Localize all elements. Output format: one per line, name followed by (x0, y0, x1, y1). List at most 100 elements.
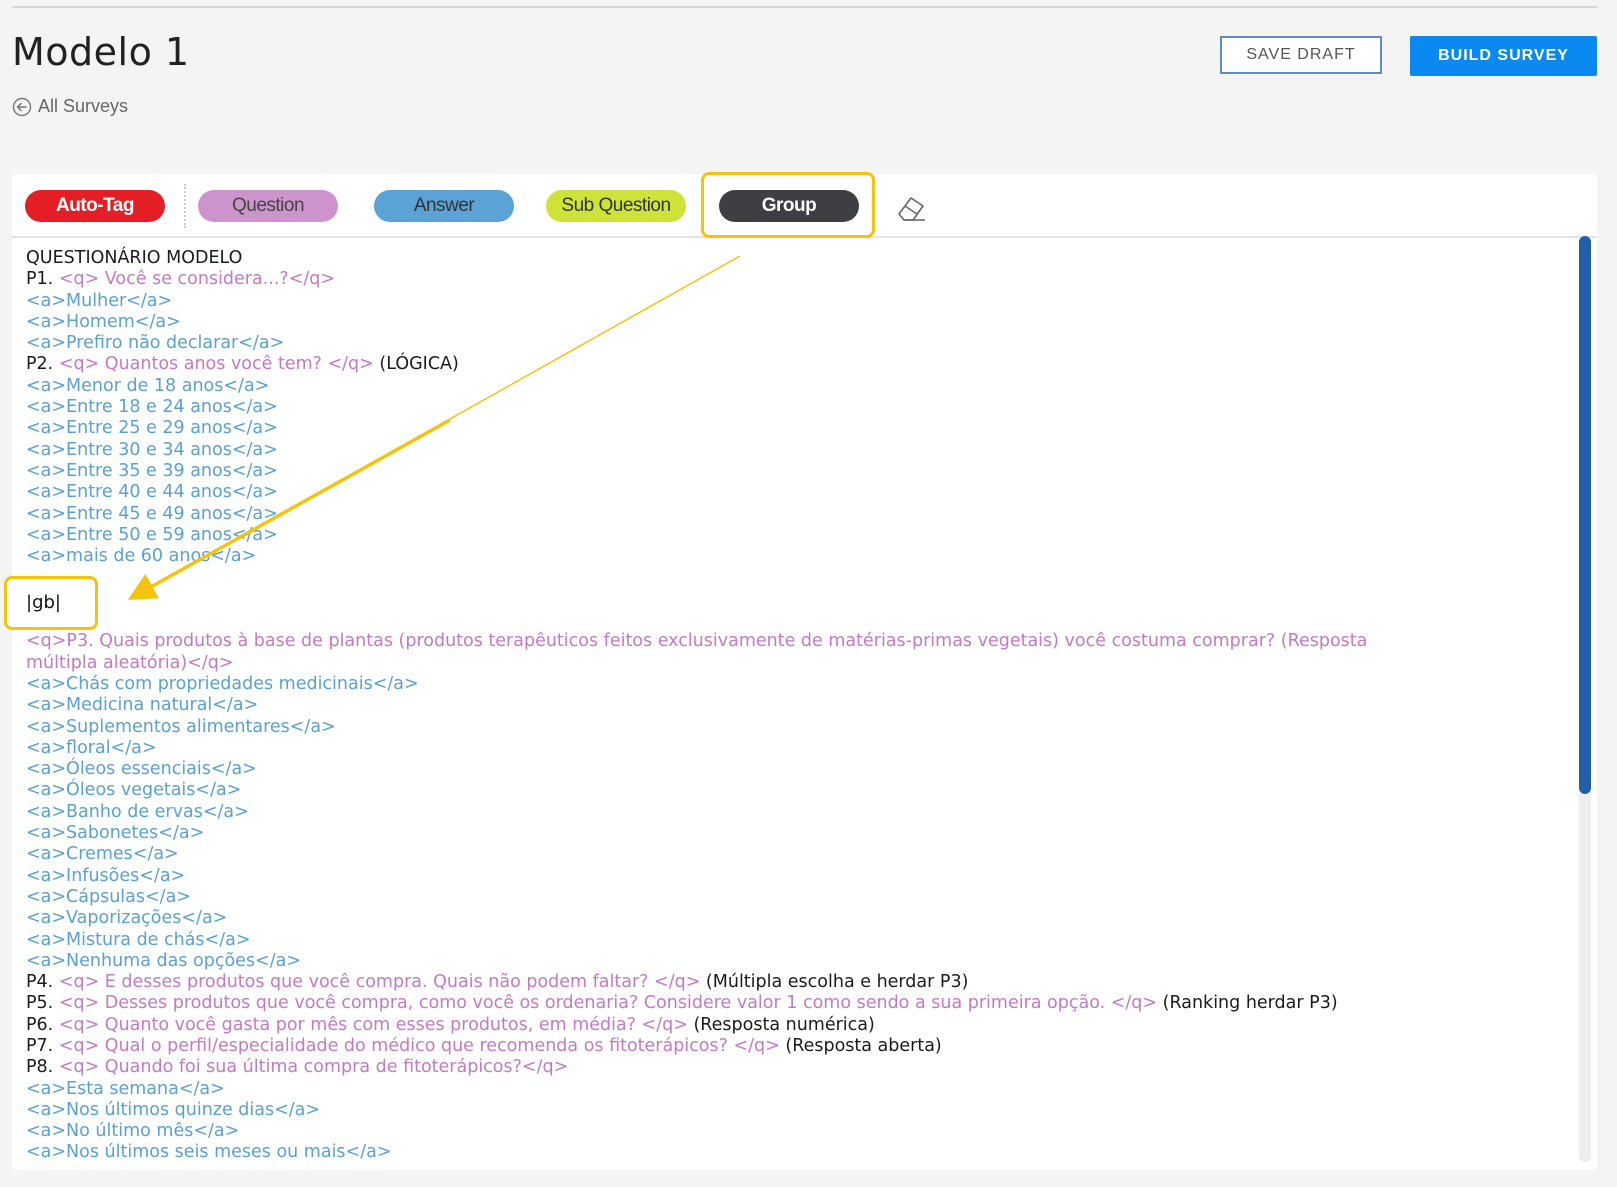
plain-text: (Resposta numérica) (693, 1014, 875, 1035)
question-tag-text: múltipla aleatória)</q> (26, 652, 234, 673)
question-tag-text: <q>P3. Quais produtos à base de plantas … (26, 631, 1368, 652)
text-line: <a>Mulher</a> (26, 291, 1556, 312)
text-line: <a>Mistura de chás</a> (26, 930, 1556, 951)
text-line: P1. <q> Você se considera...?</q> (26, 269, 1556, 290)
back-arrow-icon (12, 97, 32, 116)
text-line: <a>floral</a> (26, 738, 1556, 759)
text-line: P4. <q> E desses produtos que você compr… (26, 972, 1556, 993)
text-line: <a>Esta semana</a> (26, 1079, 1556, 1100)
back-link-label: All Surveys (38, 96, 129, 116)
answer-tag-text: <a>Óleos vegetais</a> (26, 780, 242, 801)
answer-tag-text: <a>Nos últimos quinze dias</a> (26, 1099, 321, 1120)
answer-tag-text: <a>Cápsulas</a> (26, 886, 191, 907)
answer-tag-text: <a>Entre 18 e 24 anos</a> (26, 397, 278, 418)
answer-tag-text: <a>Infusões</a> (26, 865, 186, 886)
answer-tag-text: <a>Óleos essenciais</a> (26, 759, 257, 780)
save-draft-button[interactable]: SAVE DRAFT (1220, 36, 1382, 74)
plain-text: P2. (26, 354, 59, 375)
text-line: <a>Prefiro não declarar</a> (26, 333, 1556, 354)
scrollbar-thumb[interactable] (1579, 236, 1591, 794)
text-line: <a>Homem</a> (26, 312, 1556, 333)
plain-text: P7. (26, 1035, 59, 1056)
back-to-all-surveys-link[interactable]: All Surveys (12, 96, 128, 117)
answer-tag-text: <a>Medicina natural</a> (26, 695, 259, 716)
question-tag-text: <q> Você se considera...?</q> (58, 269, 336, 290)
plain-text: (Ranking herdar P3) (1162, 993, 1338, 1014)
text-line: múltipla aleatória)</q> (26, 653, 1556, 674)
question-tag-text: <q> Desses produtos que você compra, com… (58, 993, 1163, 1014)
text-line: <a>Vaporizações</a> (26, 908, 1556, 929)
survey-text-area[interactable]: QUESTIONÁRIO MODELO P1. <q> Você se consi… (26, 248, 1556, 1164)
question-tag-text: <q> Quando foi sua última compra de fito… (58, 1057, 569, 1078)
plain-text: P8. (26, 1057, 59, 1078)
survey-editor: Auto-Tag Question Answer Sub Question Gr… (12, 172, 1597, 1170)
answer-tag-text: <a>floral</a> (26, 737, 157, 758)
answer-tag-text: <a>Mulher</a> (26, 290, 173, 311)
group-marker-text: |gb| (26, 592, 61, 613)
question-tag-text: <q> Quanto você gasta por mês com esses … (58, 1014, 694, 1035)
text-line: <a>Entre 50 e 59 anos</a> (26, 525, 1556, 546)
text-line: <a>No último mês</a> (26, 1121, 1556, 1142)
eraser-icon[interactable] (895, 192, 929, 222)
answer-tag-text: <a>Entre 35 e 39 anos</a> (26, 460, 278, 481)
text-line: <a>mais de 60 anos</a> (26, 546, 1556, 567)
text-line: <a>Entre 30 e 34 anos</a> (26, 440, 1556, 461)
answer-tag-button[interactable]: Answer (374, 190, 514, 222)
plain-text: P4. (26, 972, 59, 993)
answer-tag-text: <a>Cremes</a> (26, 844, 179, 865)
text-line: <a>Entre 35 e 39 anos</a> (26, 461, 1556, 482)
text-line: <a>Infusões</a> (26, 866, 1556, 887)
answer-tag-text: <a>No último mês</a> (26, 1121, 240, 1142)
text-line: <a>Entre 25 e 29 anos</a> (26, 418, 1556, 439)
plain-text: P1. (26, 269, 59, 290)
build-survey-button[interactable]: BUILD SURVEY (1410, 36, 1597, 76)
text-line: <a>Banho de ervas</a> (26, 802, 1556, 823)
text-line (26, 567, 1556, 588)
answer-tag-text: <a>Entre 45 e 49 anos</a> (26, 503, 278, 524)
text-line: <a>Cremes</a> (26, 844, 1556, 865)
plain-text: QUESTIONÁRIO MODELO (26, 248, 243, 268)
answer-tag-text: <a>Vaporizações</a> (26, 908, 228, 929)
page-title: Modelo 1 (12, 30, 190, 74)
answer-tag-text: <a>Entre 40 e 44 anos</a> (26, 482, 278, 503)
answer-tag-text: <a>Nenhuma das opções</a> (26, 950, 302, 971)
text-line: <a>Chás com propriedades medicinais</a> (26, 674, 1556, 695)
text-line: <a>Medicina natural</a> (26, 695, 1556, 716)
answer-tag-text: <a>Menor de 18 anos</a> (26, 375, 270, 396)
text-line: <a>Nos últimos seis meses ou mais</a> (26, 1142, 1556, 1163)
answer-tag-text: <a>Entre 25 e 29 anos</a> (26, 418, 278, 439)
answer-tag-text: <a>Mistura de chás</a> (26, 929, 251, 950)
text-line: P6. <q> Quanto você gasta por mês com es… (26, 1015, 1556, 1036)
tag-toolbar: Auto-Tag Question Answer Sub Question Gr… (12, 172, 1597, 238)
text-line: P8. <q> Quando foi sua última compra de … (26, 1057, 1556, 1078)
plain-text: P5. (26, 993, 59, 1014)
auto-tag-button[interactable]: Auto-Tag (25, 190, 165, 222)
text-line: P5. <q> Desses produtos que você compra,… (26, 993, 1556, 1014)
text-line: QUESTIONÁRIO MODELO (26, 248, 1556, 269)
answer-tag-text: <a>mais de 60 anos</a> (26, 546, 257, 567)
answer-tag-text: <a>Banho de ervas</a> (26, 801, 249, 822)
answer-tag-text: <a>Chás com propriedades medicinais</a> (26, 673, 419, 694)
text-line: P2. <q> Quantos anos você tem? </q> (LÓG… (26, 354, 1556, 375)
answer-tag-text: <a>Nos últimos seis meses ou mais</a> (26, 1142, 392, 1163)
text-line: P7. <q> Qual o perfil/especialidade do m… (26, 1036, 1556, 1057)
text-line (26, 610, 1556, 631)
text-line (26, 589, 1556, 610)
text-line: <a>Sabonetes</a> (26, 823, 1556, 844)
text-line: <a>Suplementos alimentares</a> (26, 717, 1556, 738)
answer-tag-text: <a>Entre 50 e 59 anos</a> (26, 524, 278, 545)
top-divider (12, 6, 1597, 8)
plain-text: P6. (26, 1014, 59, 1035)
text-line: <a>Óleos vegetais</a> (26, 780, 1556, 801)
text-line: <a>Nenhuma das opções</a> (26, 951, 1556, 972)
question-tag-button[interactable]: Question (198, 190, 338, 222)
sub-question-tag-button[interactable]: Sub Question (546, 190, 686, 222)
text-line: <a>Entre 45 e 49 anos</a> (26, 504, 1556, 525)
question-tag-text: <q> Qual o perfil/especialidade do médic… (58, 1035, 786, 1056)
text-line: <q>P3. Quais produtos à base de plantas … (26, 631, 1556, 652)
answer-tag-text: <a>Homem</a> (26, 311, 181, 332)
text-line: <a>Nos últimos quinze dias</a> (26, 1100, 1556, 1121)
plain-text: (LÓGICA) (379, 354, 459, 375)
text-line: <a>Menor de 18 anos</a> (26, 376, 1556, 397)
text-line: <a>Entre 40 e 44 anos</a> (26, 482, 1556, 503)
